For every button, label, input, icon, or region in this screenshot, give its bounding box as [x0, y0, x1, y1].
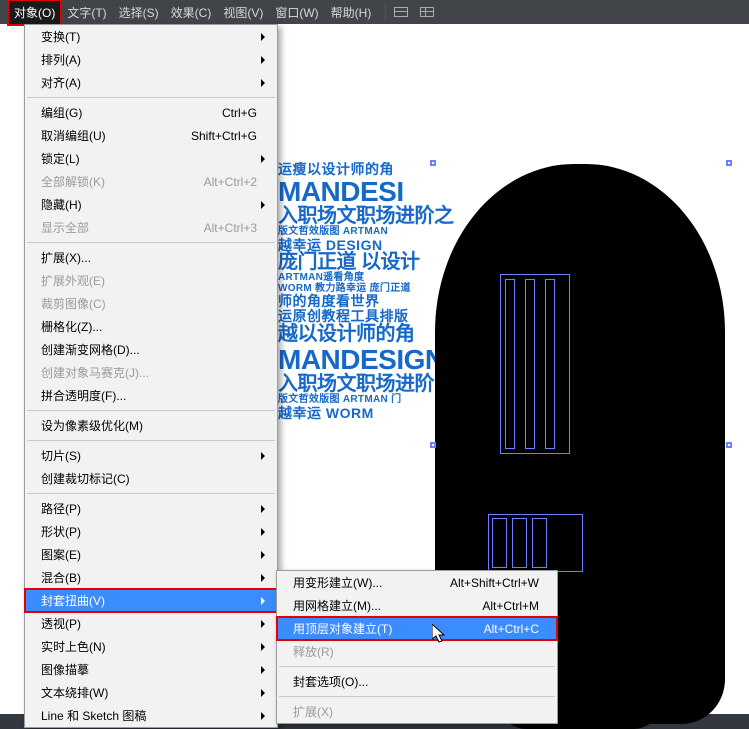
- menu-window[interactable]: 窗口(W): [269, 0, 324, 25]
- menu-blend[interactable]: 混合(B): [25, 566, 277, 589]
- menubar-separator: [385, 4, 386, 20]
- submenu-expand: 扩展(X): [277, 700, 557, 723]
- menu-expand-appearance: 扩展外观(E): [25, 269, 277, 292]
- submenu-make-with-top-object[interactable]: 用顶层对象建立(T) Alt+Ctrl+C: [277, 617, 557, 640]
- menu-separator: [27, 440, 275, 441]
- menu-gradient-mesh[interactable]: 创建渐变网格(D)...: [25, 338, 277, 361]
- menu-separator: [279, 666, 555, 667]
- menu-help[interactable]: 帮助(H): [325, 0, 378, 25]
- selection-handle[interactable]: [430, 442, 436, 448]
- mesh-grid: [492, 518, 507, 568]
- selection-handle[interactable]: [430, 160, 436, 166]
- menu-pixel-perfect[interactable]: 设为像素级优化(M): [25, 414, 277, 437]
- menu-effect[interactable]: 效果(C): [165, 0, 218, 25]
- menu-shape[interactable]: 形状(P): [25, 520, 277, 543]
- menu-live-paint[interactable]: 实时上色(N): [25, 635, 277, 658]
- menu-rasterize[interactable]: 栅格化(Z)...: [25, 315, 277, 338]
- object-menu: 变换(T) 排列(A) 对齐(A) 编组(G)Ctrl+G 取消编组(U)Shi…: [24, 24, 278, 728]
- menu-object[interactable]: 对象(O): [8, 0, 61, 25]
- mesh-grid: [512, 518, 527, 568]
- envelope-submenu: 用变形建立(W)... Alt+Shift+Ctrl+W 用网格建立(M)...…: [276, 570, 558, 724]
- menu-show-all: 显示全部Alt+Ctrl+3: [25, 216, 277, 239]
- menu-slice[interactable]: 切片(S): [25, 444, 277, 467]
- menu-trim-marks[interactable]: 创建裁切标记(C): [25, 467, 277, 490]
- menu-transform[interactable]: 变换(T): [25, 25, 277, 48]
- menu-line-sketch[interactable]: Line 和 Sketch 图稿: [25, 704, 277, 727]
- menu-perspective[interactable]: 透视(P): [25, 612, 277, 635]
- mesh-grid: [525, 279, 535, 449]
- menu-envelope-distort[interactable]: 封套扭曲(V): [25, 589, 277, 612]
- menubar: 对象(O) 文字(T) 选择(S) 效果(C) 视图(V) 窗口(W) 帮助(H…: [0, 0, 749, 24]
- menu-separator: [27, 410, 275, 411]
- mesh-grid: [505, 279, 515, 449]
- workspace-layout-alt-icon[interactable]: [420, 7, 434, 17]
- submenu-envelope-options[interactable]: 封套选项(O)...: [277, 670, 557, 693]
- submenu-make-with-warp[interactable]: 用变形建立(W)... Alt+Shift+Ctrl+W: [277, 571, 557, 594]
- menu-select[interactable]: 选择(S): [113, 0, 165, 25]
- menu-pattern[interactable]: 图案(E): [25, 543, 277, 566]
- menu-crop-image: 裁剪图像(C): [25, 292, 277, 315]
- menu-group[interactable]: 编组(G)Ctrl+G: [25, 101, 277, 124]
- menu-separator: [279, 696, 555, 697]
- menu-hide[interactable]: 隐藏(H): [25, 193, 277, 216]
- menu-separator: [27, 97, 275, 98]
- menu-lock[interactable]: 锁定(L): [25, 147, 277, 170]
- selection-handle[interactable]: [726, 160, 732, 166]
- workspace-layout-icon[interactable]: [394, 7, 408, 17]
- menu-ungroup[interactable]: 取消编组(U)Shift+Ctrl+G: [25, 124, 277, 147]
- menu-view[interactable]: 视图(V): [217, 0, 269, 25]
- menu-path[interactable]: 路径(P): [25, 497, 277, 520]
- submenu-release: 释放(R): [277, 640, 557, 663]
- menu-expand[interactable]: 扩展(X)...: [25, 246, 277, 269]
- submenu-make-with-mesh[interactable]: 用网格建立(M)... Alt+Ctrl+M: [277, 594, 557, 617]
- mesh-grid: [532, 518, 547, 568]
- menu-image-trace[interactable]: 图像描摹: [25, 658, 277, 681]
- menu-text-wrap[interactable]: 文本绕排(W): [25, 681, 277, 704]
- menu-arrange[interactable]: 排列(A): [25, 48, 277, 71]
- menu-object-mosaic: 创建对象马赛克(J)...: [25, 361, 277, 384]
- menu-flatten-transparency[interactable]: 拼合透明度(F)...: [25, 384, 277, 407]
- menu-unlock-all: 全部解锁(K)Alt+Ctrl+2: [25, 170, 277, 193]
- menu-separator: [27, 493, 275, 494]
- selection-handle[interactable]: [726, 442, 732, 448]
- menu-type[interactable]: 文字(T): [61, 0, 112, 25]
- menu-separator: [27, 242, 275, 243]
- menu-align[interactable]: 对齐(A): [25, 71, 277, 94]
- mesh-grid: [545, 279, 555, 449]
